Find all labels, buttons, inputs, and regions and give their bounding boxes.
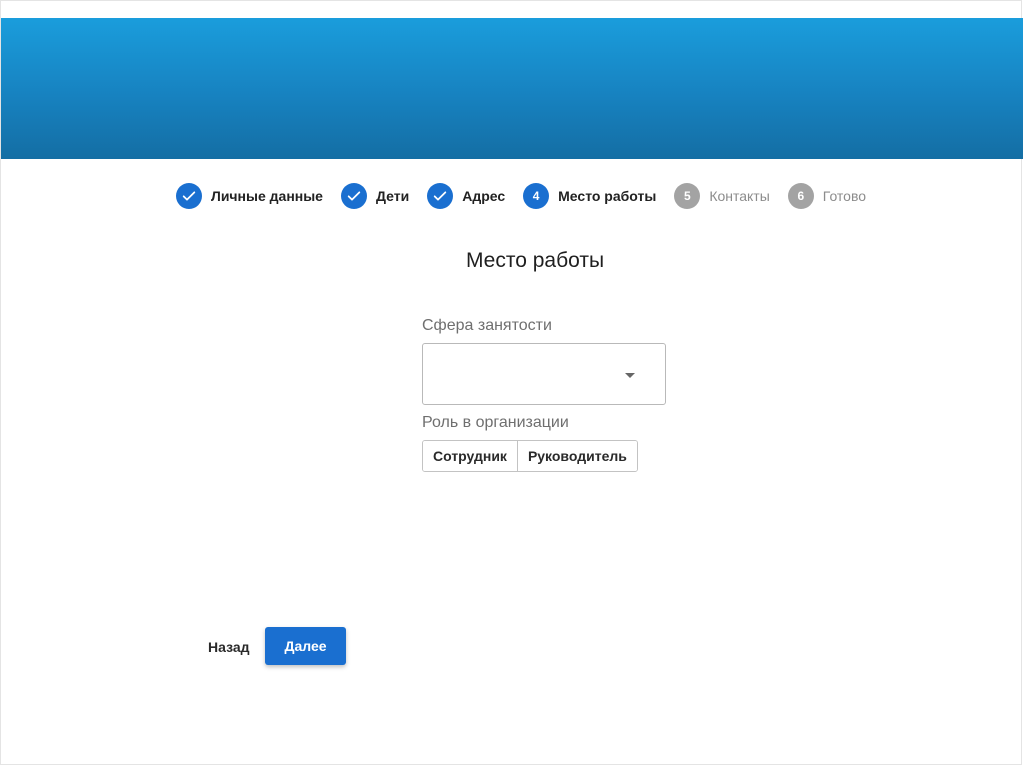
- check-icon: [427, 183, 454, 209]
- role-manager-button[interactable]: Руководитель: [516, 441, 637, 471]
- employment-select[interactable]: [422, 343, 666, 405]
- step-label: Контакты: [709, 188, 770, 204]
- step-address[interactable]: Адрес: [427, 183, 505, 209]
- page-title: Место работы: [465, 249, 605, 272]
- step-done: 6 Готово: [787, 183, 867, 209]
- role-label: Роль в организации: [422, 414, 569, 431]
- step-workplace[interactable]: 4 Место работы: [523, 183, 656, 209]
- header-banner: [1, 18, 1023, 159]
- dropdown-arrow-icon[interactable]: [625, 373, 635, 378]
- check-icon: [340, 183, 367, 209]
- step-personal-data[interactable]: Личные данные: [176, 183, 323, 209]
- step-number: 5: [674, 183, 701, 209]
- role-employee-button[interactable]: Сотрудник: [423, 441, 517, 471]
- step-label: Место работы: [558, 188, 657, 204]
- step-number: 6: [787, 183, 814, 209]
- employment-label: Сфера занятости: [422, 317, 552, 334]
- step-label: Адрес: [462, 188, 506, 204]
- step-label: Дети: [375, 188, 410, 204]
- step-label: Готово: [822, 188, 867, 204]
- step-children[interactable]: Дети: [340, 183, 410, 209]
- role-toggle-group: Сотрудник Руководитель: [422, 440, 638, 472]
- back-button[interactable]: Назад: [200, 633, 258, 661]
- progress-stepper: Личные данные Дети Адрес 4 Место работы …: [176, 182, 884, 210]
- next-button[interactable]: Далее: [265, 627, 346, 665]
- step-contacts: 5 Контакты: [674, 183, 770, 209]
- step-label: Личные данные: [211, 188, 323, 204]
- check-icon: [176, 183, 202, 209]
- step-number: 4: [523, 183, 550, 209]
